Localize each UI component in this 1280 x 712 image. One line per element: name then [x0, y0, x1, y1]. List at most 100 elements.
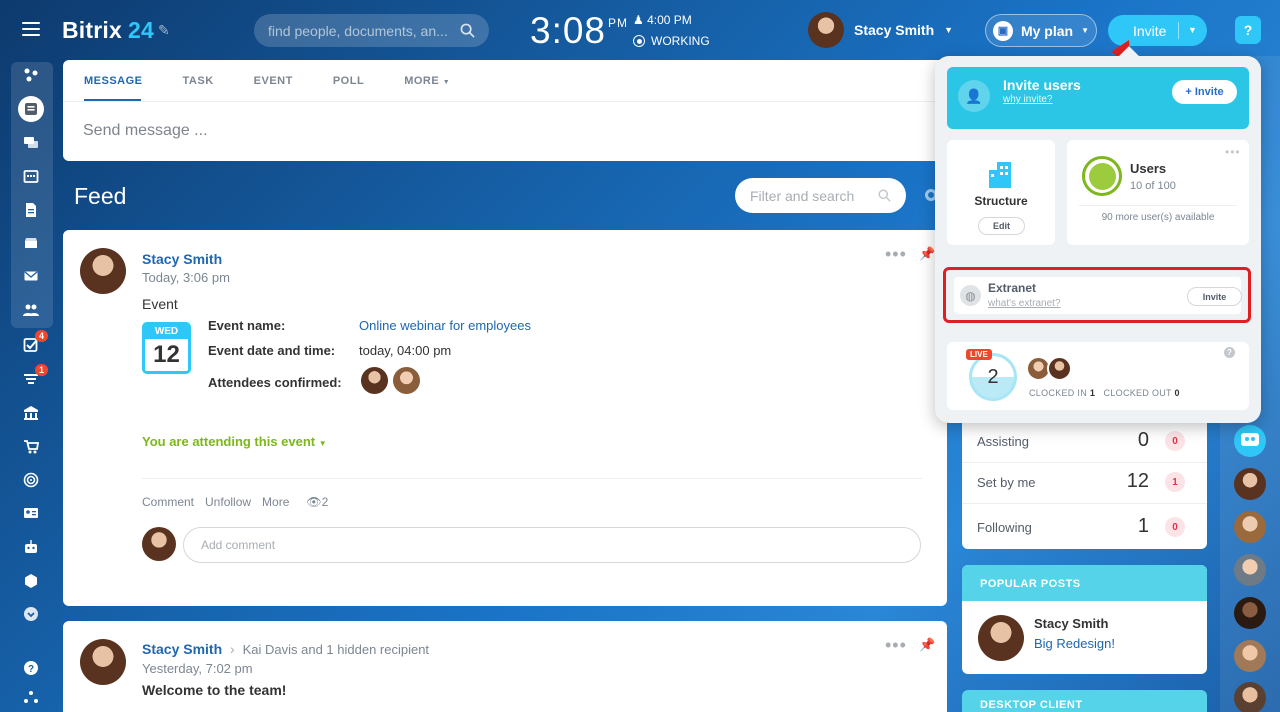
question-icon[interactable]: ? — [1224, 347, 1235, 358]
clocked-summary: CLOCKED IN 1 CLOCKED OUT 0 — [1029, 388, 1180, 398]
sidebar-item-store[interactable] — [20, 436, 42, 458]
sidebar-item-market[interactable] — [20, 570, 42, 592]
event-name-link[interactable]: Online webinar for employees — [359, 318, 531, 333]
help-button[interactable]: ? — [1235, 16, 1261, 44]
sidebar-item-help[interactable]: ? — [20, 657, 42, 679]
search-input[interactable]: find people, documents, an... — [254, 14, 489, 47]
author-avatar[interactable] — [80, 639, 126, 685]
logo[interactable]: Bitrix 24 — [62, 17, 154, 44]
post-author[interactable]: Stacy Smith — [142, 641, 222, 657]
sidebar-item-feed[interactable] — [18, 96, 44, 122]
edit-logo-icon[interactable]: ✎ — [158, 22, 170, 39]
tab-event[interactable]: EVENT — [254, 75, 293, 87]
contact-avatar[interactable] — [1234, 682, 1266, 712]
sidebar-item-stream[interactable] — [20, 64, 42, 86]
task-row-following[interactable]: Following 1 0 — [962, 504, 1207, 549]
sidebar-item-calendar[interactable] — [20, 165, 42, 187]
users-card[interactable]: Users 10 of 100 ••• 90 more user(s) avai… — [1067, 140, 1249, 245]
contact-avatar[interactable] — [1234, 468, 1266, 500]
views-count: 👁2 — [306, 495, 329, 509]
group-chat-icon[interactable] — [1234, 425, 1266, 457]
task-row-assisting[interactable]: Assisting 0 0 — [962, 418, 1207, 463]
desktop-client-widget: DESKTOP CLIENT — [962, 690, 1207, 712]
chevron-right-icon: › — [230, 641, 235, 657]
tab-task[interactable]: TASK — [183, 75, 214, 87]
post-time[interactable]: Yesterday, 7:02 pm — [142, 661, 253, 676]
extranet-card[interactable]: ◍ Extranet what's extranet? Invite — [954, 277, 1242, 314]
crm-badge: 1 — [35, 364, 49, 376]
chevron-down-icon: ▼ — [944, 25, 954, 35]
attending-dropdown[interactable]: You are attending this event ▼ — [142, 434, 327, 449]
attendee-avatar[interactable] — [393, 367, 420, 394]
sidebar-item-employees[interactable] — [20, 299, 42, 321]
more-link[interactable]: More — [262, 495, 289, 509]
contact-avatar[interactable] — [1234, 511, 1266, 543]
clocked-avatar — [1047, 356, 1072, 381]
sidebar-item-robots[interactable] — [20, 536, 42, 558]
sidebar-item-company[interactable] — [20, 402, 42, 424]
chevron-down-icon: ▼ — [1081, 26, 1090, 35]
tab-poll[interactable]: POLL — [333, 75, 364, 87]
menu-icon[interactable] — [22, 22, 40, 36]
user-menu[interactable]: Stacy Smith ▼ — [808, 12, 953, 48]
structure-card[interactable]: Structure Edit — [947, 140, 1055, 245]
more-icon[interactable]: ••• — [885, 244, 907, 265]
invite-users-button[interactable]: + Invite — [1172, 80, 1237, 104]
comment-link[interactable]: Comment — [142, 495, 194, 509]
author-avatar[interactable] — [80, 248, 126, 294]
event-date-label: Event date and time: — [208, 343, 336, 358]
why-invite-link[interactable]: why invite? — [1003, 94, 1052, 105]
contact-avatar[interactable] — [1234, 554, 1266, 586]
more-icon[interactable]: ••• — [885, 635, 907, 656]
tab-message[interactable]: MESSAGE — [84, 75, 143, 87]
popular-post-link[interactable]: Big Redesign! — [1034, 636, 1115, 651]
my-plan-button[interactable]: ▣ My plan ▼ — [985, 14, 1097, 47]
sidebar-item-crm[interactable]: 1 — [20, 364, 49, 390]
pin-icon[interactable]: 📌 — [919, 246, 935, 262]
avatar — [142, 527, 176, 561]
feed-icon — [25, 103, 37, 115]
sidebar-item-mail[interactable] — [20, 265, 42, 287]
sidebar-item-docs[interactable] — [20, 199, 42, 221]
sidebar-item-more[interactable] — [20, 603, 42, 625]
message-input[interactable]: Send message ... — [83, 122, 208, 140]
sidebar-item-goals[interactable] — [20, 469, 42, 491]
pin-icon[interactable]: 📌 — [919, 637, 935, 653]
work-status[interactable]: WORKING — [633, 34, 710, 48]
more-icon[interactable]: ••• — [1225, 145, 1241, 159]
avatar[interactable] — [978, 615, 1024, 661]
edit-button[interactable]: Edit — [978, 217, 1025, 235]
clock[interactable]: 3:08 PM — [530, 10, 628, 52]
filter-search-input[interactable]: Filter and search — [735, 178, 906, 213]
chevron-down-circle-icon — [24, 607, 38, 621]
popular-author[interactable]: Stacy Smith — [1034, 616, 1108, 631]
sidebar-item-chat[interactable] — [20, 132, 42, 154]
contact-avatar[interactable] — [1234, 640, 1266, 672]
whats-extranet-link[interactable]: what's extranet? — [988, 298, 1061, 309]
contact-avatar[interactable] — [1234, 597, 1266, 629]
stream-icon — [24, 68, 38, 82]
post-recipients[interactable]: Kai Davis and 1 hidden recipient — [243, 642, 429, 657]
calendar-icon — [23, 170, 39, 183]
add-comment-input[interactable]: Add comment — [183, 527, 921, 563]
unfollow-link[interactable]: Unfollow — [205, 495, 251, 509]
post-author[interactable]: Stacy Smith — [142, 251, 222, 267]
svg-text:?: ? — [28, 664, 34, 675]
building-icon — [989, 162, 1011, 188]
post-time[interactable]: Today, 3:06 pm — [142, 270, 230, 285]
timeman-card[interactable]: 2 LIVE CLOCKED IN 1 CLOCKED OUT 0 ? — [947, 342, 1249, 410]
extranet-invite-button[interactable]: Invite — [1187, 287, 1242, 306]
attendee-avatar[interactable] — [361, 367, 388, 394]
building-icon — [24, 406, 38, 420]
counter-badge: 0 — [1165, 431, 1185, 451]
tab-more[interactable]: MORE ▼ — [404, 75, 450, 87]
post-composer: MESSAGE TASK EVENT POLL MORE ▼ Send mess… — [63, 60, 948, 161]
alarm: ♟ 4:00 PM — [633, 13, 692, 27]
clocked-ring: 2 — [969, 353, 1017, 401]
users-more-text: 90 more user(s) available — [1101, 212, 1215, 223]
sidebar-item-structure[interactable] — [20, 686, 42, 708]
sidebar-item-drive[interactable] — [20, 232, 42, 254]
sidebar-item-contacts[interactable] — [20, 502, 42, 524]
task-row-set-by-me[interactable]: Set by me 12 1 — [962, 459, 1207, 504]
sidebar-item-tasks[interactable]: 4 — [20, 330, 49, 356]
